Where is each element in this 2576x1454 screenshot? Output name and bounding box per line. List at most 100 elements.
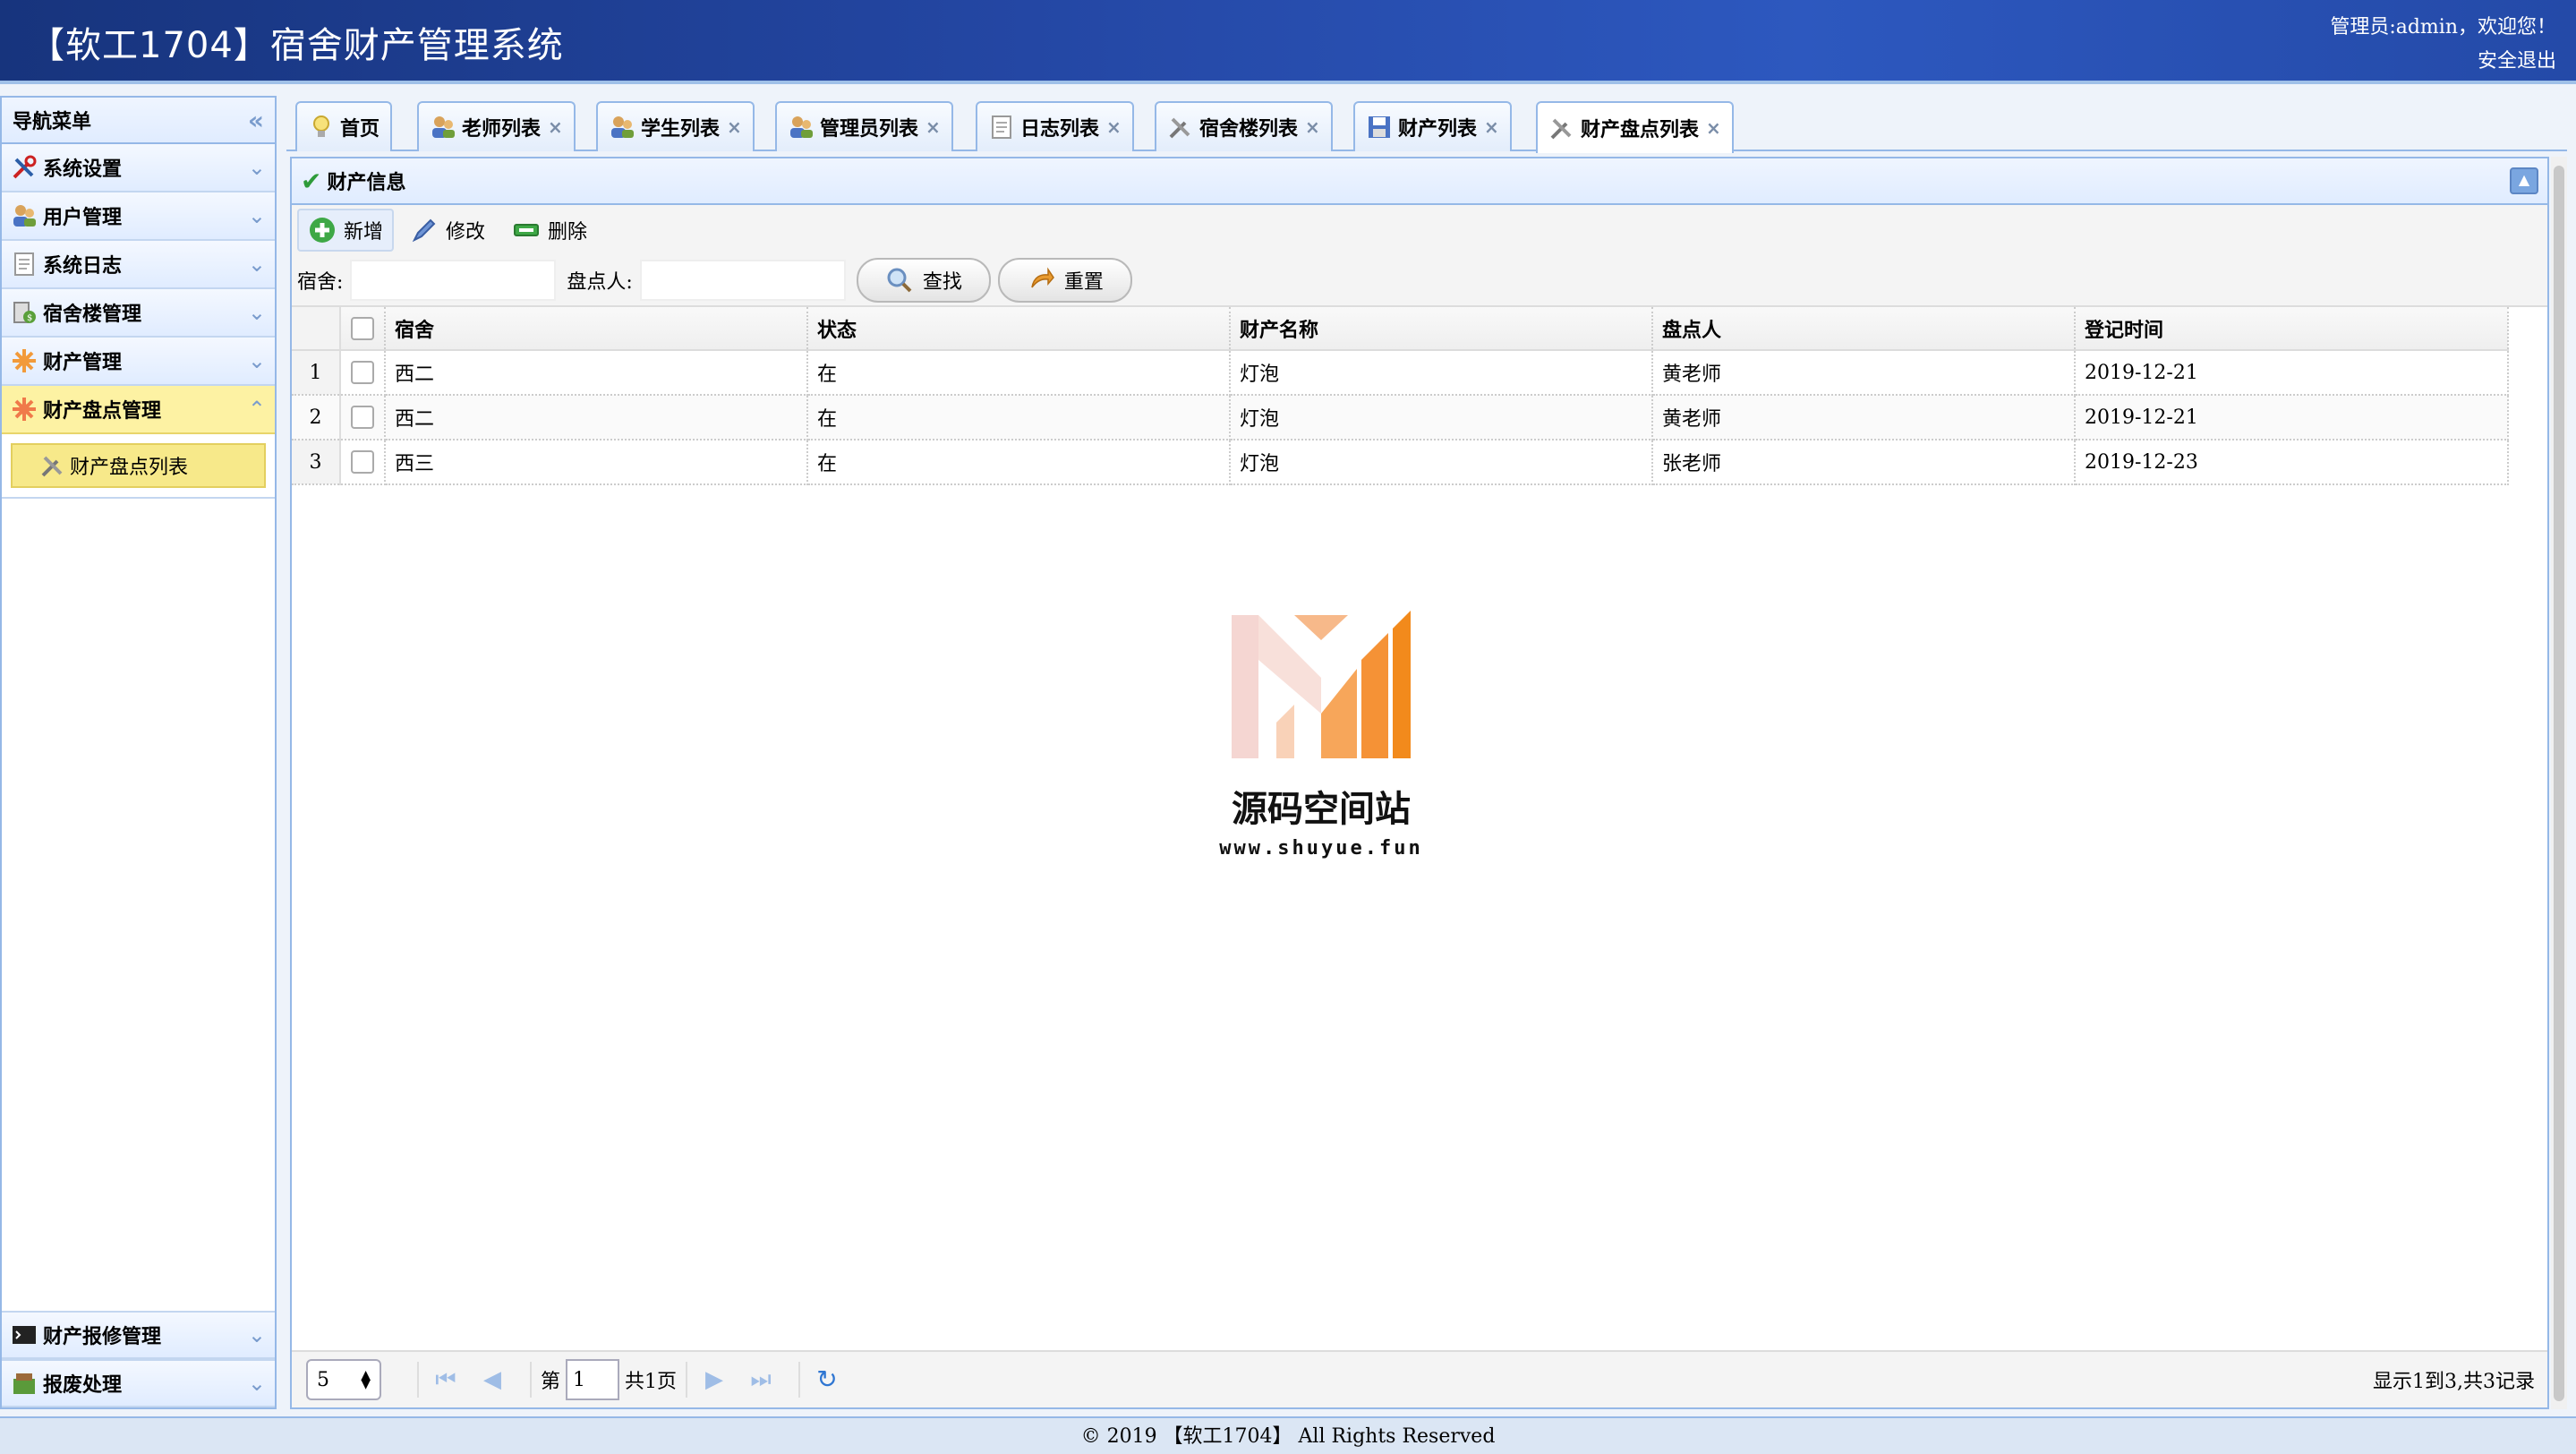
panel-collapse-button[interactable]: ▲ <box>2510 167 2538 194</box>
menu-item-system-settings[interactable]: 系统设置 ⌄ <box>2 144 275 192</box>
table-cell: 灯泡 <box>1230 350 1653 396</box>
menu-label: 宿舍楼管理 <box>43 303 142 326</box>
log-icon <box>988 114 1015 141</box>
first-page-icon[interactable]: ⏮ <box>428 1362 464 1398</box>
tools-icon <box>1548 115 1575 141</box>
logout-link[interactable]: 安全退出 <box>2330 45 2556 79</box>
reset-button[interactable]: 重置 <box>997 258 1132 303</box>
chevron-down-icon: ⌄ <box>247 1322 266 1347</box>
sidebar-header: 导航菜单 « <box>2 98 275 144</box>
collapse-left-icon[interactable]: « <box>248 106 264 135</box>
watermark-name: 源码空间站 <box>1232 789 1411 830</box>
minus-icon <box>512 216 541 244</box>
row-select-cell <box>340 350 386 396</box>
sidebar-bottom: 财产报修管理 ⌄ 报废处理 ⌄ <box>2 1311 275 1407</box>
tab-student-list[interactable]: 学生列表 × <box>596 101 755 151</box>
row-select-cell <box>340 440 386 485</box>
prev-page-icon[interactable]: ◀ <box>474 1362 510 1398</box>
tab-inventory-list[interactable]: 财产盘点列表 × <box>1536 101 1734 153</box>
close-icon[interactable]: × <box>548 116 563 138</box>
page-number-input[interactable] <box>566 1359 620 1400</box>
table-cell: 在 <box>807 350 1231 396</box>
welcome-text: 管理员:admin，欢迎您！ <box>2330 16 2556 38</box>
app-title: 【软工1704】宿舍财产管理系统 <box>29 25 564 66</box>
row-checkbox[interactable] <box>351 361 374 384</box>
submenu-item-inventory-list[interactable]: 财产盘点列表 <box>11 443 266 488</box>
rownum-header <box>292 307 341 351</box>
tab-label: 宿舍楼列表 <box>1199 117 1299 141</box>
menu-label: 报废处理 <box>43 1373 123 1397</box>
terminal-icon <box>11 1321 38 1348</box>
tab-log-list[interactable]: 日志列表 × <box>976 101 1134 151</box>
submenu: 财产盘点列表 <box>2 434 275 499</box>
column-header[interactable]: 登记时间 <box>2075 307 2509 351</box>
reset-label: 重置 <box>1063 271 1104 294</box>
table-row[interactable]: 3 西三 在 灯泡 张老师 2019-12-23 <box>292 440 2509 485</box>
table-cell: 张老师 <box>1652 440 2076 485</box>
menu-item-scrap-handling[interactable]: 报废处理 ⌄ <box>2 1359 275 1407</box>
close-icon[interactable]: × <box>1106 116 1122 138</box>
record-info: 显示1到3,共3记录 <box>2373 1371 2535 1393</box>
page-size-select[interactable]: 5 ▲ ▼ <box>306 1359 381 1400</box>
menu-label: 财产报修管理 <box>43 1325 162 1348</box>
column-header[interactable]: 状态 <box>807 307 1231 351</box>
checker-input[interactable] <box>639 260 846 301</box>
table-cell: 黄老师 <box>1652 350 2076 396</box>
tab-admin-list[interactable]: 管理员列表 × <box>775 101 953 151</box>
chevron-down-icon: ⌄ <box>247 155 266 180</box>
menu-item-building-management[interactable]: $ 宿舍楼管理 ⌄ <box>2 289 275 338</box>
column-header[interactable]: 宿舍 <box>385 307 808 351</box>
refresh-icon[interactable]: ↻ <box>809 1362 845 1398</box>
edit-button[interactable]: 修改 <box>399 209 496 252</box>
menu-item-repair-management[interactable]: 财产报修管理 ⌄ <box>2 1311 275 1359</box>
close-icon[interactable]: × <box>1484 116 1499 138</box>
menu-item-asset-management[interactable]: 财产管理 ⌄ <box>2 338 275 386</box>
row-checkbox[interactable] <box>351 450 374 474</box>
menu-item-system-log[interactable]: 系统日志 ⌄ <box>2 241 275 289</box>
dorm-input[interactable] <box>350 260 557 301</box>
tab-label: 日志列表 <box>1020 117 1100 141</box>
toolbar: 新增 修改 删除 <box>292 205 2547 255</box>
users-icon <box>788 114 815 141</box>
find-button[interactable]: 查找 <box>856 258 991 303</box>
menu-label: 财产盘点管理 <box>43 399 162 423</box>
column-header[interactable]: 财产名称 <box>1230 307 1653 351</box>
tools-icon <box>39 452 66 479</box>
menu-item-user-management[interactable]: 用户管理 ⌄ <box>2 192 275 241</box>
data-table: 宿舍 状态 财产名称 盘点人 登记时间 1 西二 在 灯泡 黄老师 2019-1… <box>292 307 2509 485</box>
menu-label: 用户管理 <box>43 206 123 229</box>
next-page-icon[interactable]: ▶ <box>696 1362 732 1398</box>
tab-building-list[interactable]: 宿舍楼列表 × <box>1155 101 1333 151</box>
column-header[interactable]: 盘点人 <box>1652 307 2076 351</box>
tab-asset-list[interactable]: 财产列表 × <box>1353 101 1512 151</box>
delete-button[interactable]: 删除 <box>501 209 598 252</box>
menu-item-inventory-management[interactable]: 财产盘点管理 ⌃ <box>2 386 275 434</box>
add-button[interactable]: 新增 <box>297 209 395 252</box>
chevron-down-icon: ⌄ <box>247 300 266 325</box>
close-icon[interactable]: × <box>1706 117 1721 139</box>
close-icon[interactable]: × <box>925 116 941 138</box>
table-row[interactable]: 1 西二 在 灯泡 黄老师 2019-12-21 <box>292 350 2509 396</box>
separator <box>417 1362 419 1398</box>
vertical-scrollbar[interactable] <box>2551 157 2567 1409</box>
scrollbar-thumb[interactable] <box>2554 166 2564 1401</box>
users-icon <box>11 202 38 229</box>
row-select-cell <box>340 395 386 440</box>
tab-teacher-list[interactable]: 老师列表 × <box>417 101 576 151</box>
panel-title: 财产信息 <box>327 171 406 194</box>
last-page-icon[interactable]: ⏭ <box>743 1362 779 1398</box>
tab-home[interactable]: 首页 <box>295 101 393 151</box>
building-icon: $ <box>11 299 38 326</box>
row-checkbox[interactable] <box>351 406 374 429</box>
find-label: 查找 <box>922 271 962 294</box>
table-row[interactable]: 2 西二 在 灯泡 黄老师 2019-12-21 <box>292 395 2509 440</box>
close-icon[interactable]: × <box>1305 116 1320 138</box>
log-icon <box>11 251 38 278</box>
separator <box>798 1362 801 1398</box>
close-icon[interactable]: × <box>727 116 742 138</box>
menu-label: 财产管理 <box>43 351 123 374</box>
chevron-down-icon: ⌄ <box>247 348 266 373</box>
row-number: 3 <box>292 440 341 485</box>
select-all-checkbox[interactable] <box>351 317 374 340</box>
app-header: 【软工1704】宿舍财产管理系统 管理员:admin，欢迎您！ 安全退出 <box>0 0 2576 84</box>
